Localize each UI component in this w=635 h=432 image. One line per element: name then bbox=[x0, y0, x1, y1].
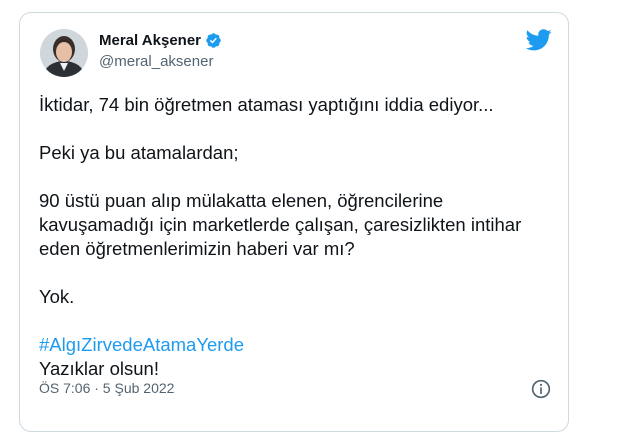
verified-badge-icon bbox=[206, 33, 221, 48]
tweet-paragraph: İktidar, 74 bin öğretmen ataması yaptığı… bbox=[39, 94, 494, 115]
user-handle[interactable]: @meral_aksener bbox=[99, 53, 213, 70]
avatar-image bbox=[40, 29, 88, 77]
tweet-timestamp[interactable]: ÖS 7:06 · 5 Şub 2022 bbox=[39, 380, 174, 396]
hashtag-link[interactable]: #AlgıZirvedeAtamaYerde bbox=[39, 333, 549, 357]
tweet-paragraph: Yok. bbox=[39, 286, 75, 307]
tweet-paragraph: Peki ya bu atamalardan; bbox=[39, 142, 239, 163]
display-name[interactable]: Meral Akşener bbox=[99, 32, 201, 49]
tweet-paragraph: 90 üstü puan alıp mülakatta elenen, öğre… bbox=[39, 190, 522, 259]
info-icon[interactable] bbox=[531, 379, 551, 399]
twitter-bird-icon[interactable] bbox=[526, 29, 552, 51]
tweet-card[interactable]: Meral Akşener @meral_aksener İktidar, 74… bbox=[19, 12, 569, 432]
user-name-row[interactable]: Meral Akşener bbox=[99, 32, 222, 49]
tweet-closing: Yazıklar olsun! bbox=[39, 358, 159, 379]
avatar[interactable] bbox=[40, 29, 88, 77]
tweet-text: İktidar, 74 bin öğretmen ataması yaptığı… bbox=[39, 93, 549, 381]
